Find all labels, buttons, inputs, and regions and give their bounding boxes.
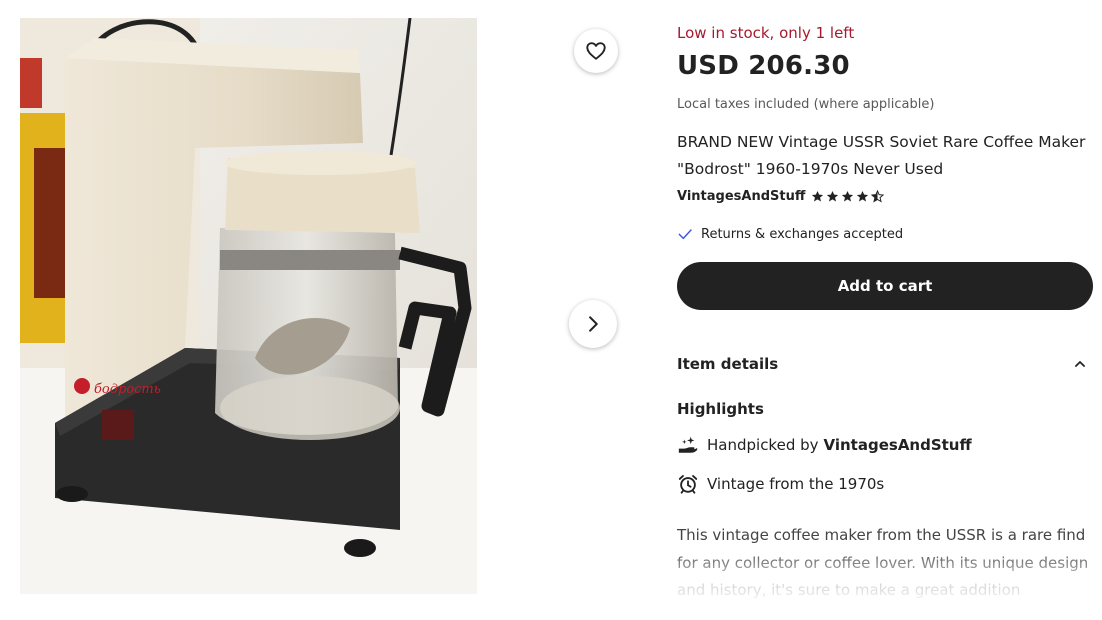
hand-sparkle-icon bbox=[677, 434, 699, 456]
star-icon bbox=[812, 190, 824, 202]
rating-stars bbox=[811, 190, 886, 203]
next-image-button[interactable] bbox=[569, 300, 617, 348]
heart-icon bbox=[586, 42, 606, 60]
highlight-handpicked: Handpicked by VintagesAndStuff bbox=[677, 434, 972, 456]
item-details-toggle[interactable]: Item details bbox=[677, 353, 1093, 375]
star-icon bbox=[842, 190, 854, 202]
chevron-right-icon bbox=[589, 316, 598, 332]
handpicked-label: Handpicked by bbox=[707, 436, 819, 454]
coffee-maker-image: бодрость bbox=[20, 18, 477, 594]
shop-name-link[interactable]: VintagesAndStuff bbox=[677, 189, 805, 204]
item-details-heading: Item details bbox=[677, 355, 779, 373]
price: USD 206.30 bbox=[677, 51, 850, 81]
add-to-cart-button[interactable]: Add to cart bbox=[677, 262, 1093, 310]
star-half-icon bbox=[871, 190, 885, 203]
alarm-clock-icon bbox=[677, 473, 699, 495]
highlights-heading: Highlights bbox=[677, 400, 764, 418]
check-icon bbox=[678, 229, 692, 240]
listing-info: Low in stock, only 1 left USD 206.30 Loc… bbox=[677, 0, 1093, 620]
brand-logo-text: бодрость bbox=[94, 382, 161, 397]
item-description: This vintage coffee maker from the USSR … bbox=[677, 526, 1089, 599]
star-icon bbox=[827, 190, 839, 202]
highlight-vintage: Vintage from the 1970s bbox=[677, 473, 884, 495]
shop-rating-row: VintagesAndStuff bbox=[677, 189, 886, 204]
chevron-up-icon bbox=[1075, 361, 1085, 367]
returns-note: Returns & exchanges accepted bbox=[701, 226, 904, 242]
vintage-note: Vintage from the 1970s bbox=[707, 475, 885, 493]
favorite-button[interactable] bbox=[574, 29, 618, 73]
tax-note: Local taxes included (where applicable) bbox=[677, 97, 935, 112]
returns-row: Returns & exchanges accepted bbox=[677, 226, 903, 242]
handpicked-shop-link[interactable]: VintagesAndStuff bbox=[824, 436, 972, 454]
product-photo[interactable]: бодрость bbox=[20, 18, 477, 594]
stock-notice: Low in stock, only 1 left bbox=[677, 24, 855, 42]
star-icon bbox=[857, 190, 869, 202]
listing-title: BRAND NEW Vintage USSR Soviet Rare Coffe… bbox=[677, 133, 1086, 178]
